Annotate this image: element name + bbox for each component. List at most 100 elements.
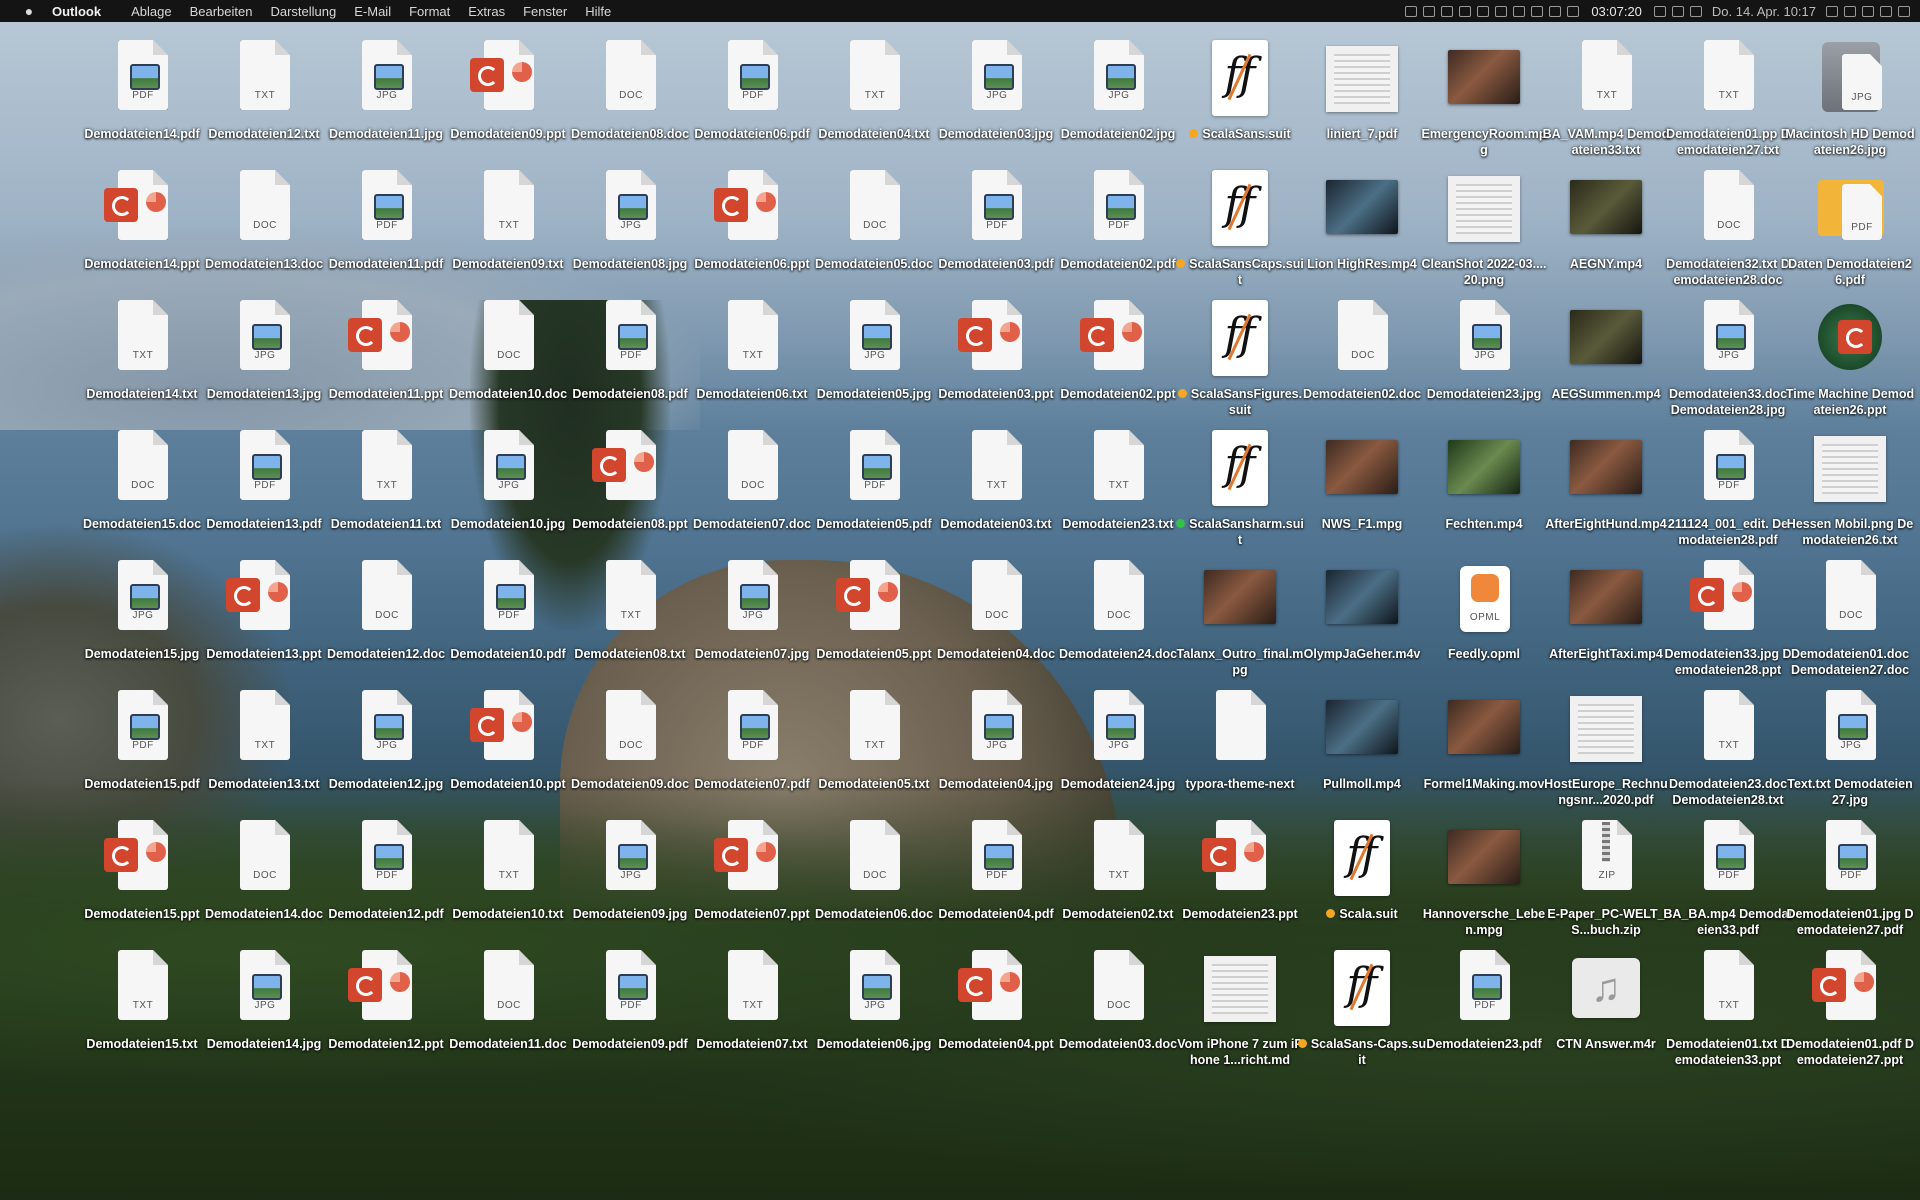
ppt-file-icon (958, 300, 1026, 374)
icon-part (641, 300, 656, 315)
menu-darstellung[interactable]: Darstellung (270, 4, 348, 19)
icon-part (836, 578, 870, 612)
doc-file-icon: DOC (1332, 300, 1392, 374)
icon-part (348, 968, 382, 1002)
txt-file-icon: TXT (112, 300, 172, 374)
battery-icon[interactable] (1880, 5, 1892, 17)
font-suitcase-icon: ff (1210, 170, 1270, 246)
menu-fenster[interactable]: Fenster (523, 4, 579, 19)
mute-icon[interactable] (1653, 5, 1666, 17)
pdf-file-icon: PDF (478, 560, 538, 634)
desktop-item-name: ScalaSansCaps.suit (1189, 257, 1304, 287)
icon-part (1129, 950, 1144, 965)
icon-part (1570, 180, 1642, 234)
icon-part (1326, 180, 1398, 234)
menu-format[interactable]: Format (409, 4, 462, 19)
pdf-file-icon: PDF (1698, 430, 1758, 504)
siri-icon[interactable] (1898, 5, 1910, 17)
icon-part: DOC (619, 90, 643, 101)
desktop-item-label: Demodateien07.doc (687, 516, 817, 532)
jpg-file-icon: JPG (966, 690, 1026, 764)
desktop-item-name: Demodateien02.txt (1062, 907, 1174, 921)
icon-part: PDF (620, 1000, 642, 1011)
icon-part: TXT (498, 870, 520, 881)
desktop-item-name: Demodateien02.pdf (1060, 257, 1176, 271)
icon-part (397, 950, 412, 965)
desktop-item-label: Demodateien10.ppt (443, 776, 573, 792)
icon-part (153, 170, 168, 185)
status-icon-5[interactable] (1477, 5, 1490, 17)
icon-part (519, 950, 534, 965)
desktop-item-label: ScalaSansCaps.suit (1175, 256, 1305, 288)
ppt-file-icon (1812, 950, 1880, 1024)
menubar-clock[interactable]: Do. 14. Apr. 10:17 (1712, 4, 1816, 19)
icon-part: JPG (1851, 92, 1873, 103)
icon-part: DOC (497, 1000, 521, 1011)
status-icon-8[interactable] (1531, 5, 1544, 17)
control-center-icon[interactable] (1671, 5, 1684, 17)
status-icon-2[interactable] (1423, 5, 1436, 17)
desktop-item-label: Demodateien01.doc Demodateien27.doc (1785, 646, 1915, 678)
desktop-item-label: Demodateien11.ppt (321, 386, 451, 402)
desktop-item-label: liniert_7.pdf (1297, 126, 1427, 142)
desktop-item-name: Demodateien14.jpg (206, 1037, 322, 1051)
font-suitcase-icon: ff (1210, 300, 1270, 376)
pdf-file-icon: PDF (356, 170, 416, 244)
icon-part (104, 188, 138, 222)
menu-email[interactable]: E-Mail (354, 4, 403, 19)
icon-part (512, 62, 532, 82)
doc-file-icon: DOC (478, 300, 538, 374)
video-thumbnail-icon (1448, 40, 1520, 114)
menu-bearbeiten[interactable]: Bearbeiten (190, 4, 265, 19)
desktop-item-label: Demodateien08.ppt (565, 516, 695, 532)
menu-hilfe[interactable]: Hilfe (585, 4, 623, 19)
status-icon-4[interactable] (1459, 5, 1472, 17)
icon-part (390, 322, 410, 342)
menu-ablage[interactable]: Ablage (131, 4, 183, 19)
desktop-item-label: Demodateien09.jpg (565, 906, 695, 922)
icon-part (397, 560, 412, 575)
menu-extras[interactable]: Extras (468, 4, 517, 19)
ppt-file-icon (470, 690, 538, 764)
desktop-item-label: Demodateien09.txt (443, 256, 573, 272)
icon-part (470, 58, 504, 92)
wifi-icon[interactable] (1689, 5, 1702, 17)
desktop-item-name: Feedly.opml (1447, 647, 1520, 661)
desktop-item-name: Demodateien03.ppt (938, 387, 1054, 401)
desktop-item-name: Macintosh HD Demodateien26.jpg (1785, 127, 1915, 157)
timer-readout[interactable]: 03:07:20 (1591, 4, 1642, 19)
desktop-item-name: Talanx_Outro_final.mpg (1176, 647, 1304, 677)
status-icon-1[interactable] (1405, 5, 1418, 17)
desktop-item-name: Demodateien15.jpg (84, 647, 200, 661)
desktop-item-name: Vom iPhone 7 zum iPhone 1...richt.md (1177, 1037, 1303, 1067)
desktop-item-label: Demodateien10.jpg (443, 516, 573, 532)
status-icon-6[interactable] (1495, 5, 1508, 17)
icon-part: DOC (1107, 1000, 1131, 1011)
status-icon-10[interactable] (1567, 5, 1580, 17)
pdf-file-icon: PDF (966, 820, 1026, 894)
history-icon[interactable] (1862, 5, 1874, 17)
icon-part (1472, 324, 1502, 350)
icon-part: JPG (1718, 350, 1740, 361)
icon-part (618, 844, 648, 870)
pdf-file-icon: PDF (722, 40, 782, 114)
jpg-file-icon: JPG (478, 430, 538, 504)
status-icon-7[interactable] (1513, 5, 1526, 17)
video-thumbnail-icon (1570, 170, 1642, 244)
icon-part (1448, 176, 1520, 242)
desktop-item-name: Demodateien10.ppt (450, 777, 566, 791)
icon-part (763, 170, 778, 185)
desktop-item-name: ScalaSans.suit (1202, 127, 1291, 141)
txt-file-icon: TXT (1088, 430, 1148, 504)
app-menu[interactable]: Outlook (52, 4, 113, 19)
pdf-file-icon: PDF (1454, 950, 1514, 1024)
apple-menu-icon[interactable]: ● (20, 3, 38, 19)
icon-part (1739, 300, 1754, 315)
desktop-item-label: Demodateien23.pdf (1419, 1036, 1549, 1052)
pen-icon[interactable] (1826, 5, 1838, 17)
status-icon-3[interactable] (1441, 5, 1454, 17)
icon-part: JPG (864, 1000, 886, 1011)
microphone-icon[interactable] (1844, 5, 1856, 17)
icon-part (252, 324, 282, 350)
status-icon-9[interactable] (1549, 5, 1562, 17)
